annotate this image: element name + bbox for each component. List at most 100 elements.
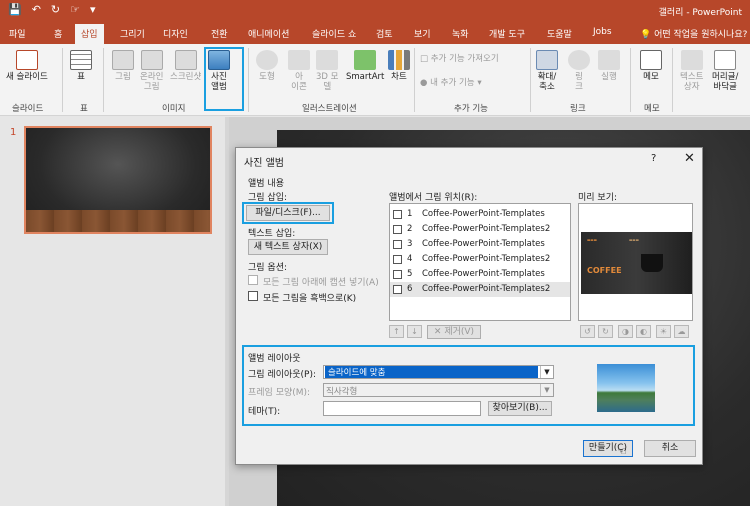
frame-shape-label: 프레임 모양(M): [248,388,311,398]
shapes-button[interactable]: 도형 [256,50,278,82]
item-checkbox[interactable] [393,225,402,234]
coffee-cup [641,254,663,272]
preview-deco-text: ▬▬▬ [629,238,639,242]
group-label-links: 링크 [570,104,586,114]
tab-slide-show[interactable]: 슬라이드 쇼 [312,27,356,40]
file-disk-button[interactable]: 파일/디스크(F)... [246,205,330,221]
tab-review[interactable]: 검토 [376,27,393,40]
tab-developer[interactable]: 개발 도구 [489,27,525,40]
tab-help[interactable]: 도움말 [547,27,572,40]
separator [248,48,249,112]
frame-shape-select[interactable]: 직사각형 ▼ [323,383,554,397]
list-item[interactable]: 5 Coffee-PowerPoint-Templates [390,267,570,282]
frame-shape-value: 직사각형 [326,387,358,397]
tab-transitions[interactable]: 전환 [211,27,228,40]
separator [414,48,415,112]
remove-button[interactable]: ✕ 제거(V) [427,325,481,339]
pictures-list[interactable]: 1 Coffee-PowerPoint-Templates 2 Coffee-Pow… [389,203,571,321]
item-number: 5 [407,269,413,279]
tab-view[interactable]: 보기 [414,27,431,40]
slide-thumbnail[interactable] [24,126,212,234]
separator [630,48,631,112]
tab-record[interactable]: 녹화 [452,27,469,40]
chevron-down-icon[interactable]: ▼ [540,366,553,378]
group-label-comments: 메모 [644,104,660,114]
new-text-box-button[interactable]: 새 텍스트 상자(X) [248,239,328,255]
item-name: Coffee-PowerPoint-Templates2 [422,254,551,264]
undo-icon[interactable]: ↶ [32,3,41,16]
link-icon [568,50,590,70]
header-footer-button[interactable]: 머리글/바닥글 [712,50,738,92]
picture-options-label: 그림 옵션: [248,263,288,273]
3d-models-button[interactable]: 3D 모델 [316,50,338,92]
brightness-down-button[interactable]: ☁ [674,325,689,338]
item-checkbox[interactable] [393,270,402,279]
picture-layout-select[interactable]: 슬라이드에 맞춤 ▼ [323,365,554,379]
tab-file[interactable]: 파일 [9,27,26,40]
contrast-down-button[interactable]: ◐ [636,325,651,338]
album-layout-heading: 앨범 레이아웃 [248,354,301,364]
screenshot-button[interactable]: 스크린샷 [170,50,201,82]
chart-button[interactable]: 차트 [388,50,410,82]
item-name: Coffee-PowerPoint-Templates [422,269,545,279]
album-content-heading: 앨범 내용 [248,179,284,189]
black-white-checkbox[interactable] [248,291,258,301]
smartart-button[interactable]: SmartArt [346,50,384,82]
rotate-right-button[interactable]: ↻ [598,325,613,338]
contrast-up-button[interactable]: ◑ [618,325,633,338]
list-item[interactable]: 1 Coffee-PowerPoint-Templates [390,207,570,222]
separator [62,48,63,112]
close-icon[interactable]: ✕ [684,151,695,166]
dialog-title: 사진 앨범 [244,158,284,169]
move-down-button[interactable]: ↓ [407,325,422,338]
brightness-up-button[interactable]: ☀ [656,325,671,338]
tell-me-search[interactable]: 💡 어떤 작업을 원하시나요? [640,27,747,40]
photo-album-dialog: 사진 앨범 ? ✕ 앨범 내용 그림 삽입: 파일/디스크(F)... 텍스트 … [235,147,703,465]
save-icon[interactable]: 💾 [8,3,22,16]
textbox-icon [680,50,703,70]
move-up-button[interactable]: ↑ [389,325,404,338]
textbox-button[interactable]: 텍스트 상자 [680,50,703,92]
theme-label: 테마(T): [248,407,281,417]
cancel-button[interactable]: 취소 [644,440,696,457]
customize-icon[interactable]: ▾ [90,3,96,16]
action-button[interactable]: 실행 [598,50,620,82]
separator [103,48,104,112]
icons-button[interactable]: 아 이콘 [288,50,310,92]
list-item[interactable]: 3 Coffee-PowerPoint-Templates [390,237,570,252]
rotate-left-button[interactable]: ↺ [580,325,595,338]
item-name: Coffee-PowerPoint-Templates2 [422,284,551,294]
chevron-down-icon[interactable]: ▼ [540,384,553,396]
redo-icon[interactable]: ↻ [51,3,60,16]
zoom-button[interactable]: 확대/축소 [536,50,558,92]
list-item[interactable]: 2 Coffee-PowerPoint-Templates2 [390,222,570,237]
tab-home[interactable]: 홈 [54,27,62,40]
tab-draw[interactable]: 그리기 [120,27,145,40]
my-addins-button[interactable]: ● 내 추가 기능 ▾ [420,78,482,88]
new-slide-button[interactable]: 새 슬라이드 [6,50,48,82]
captions-checkbox[interactable] [248,275,258,285]
star-icon [598,50,620,70]
online-picture-button[interactable]: 온라인 그림 [140,50,163,92]
get-addins-button[interactable]: □ 추가 기능 가져오기 [420,54,499,64]
link-button[interactable]: 링크 [568,50,590,92]
touch-mode-icon[interactable]: ☞ [70,3,80,16]
item-checkbox[interactable] [393,240,402,249]
theme-input[interactable] [323,401,481,416]
tab-insert[interactable]: 삽입 [75,24,104,44]
list-item-selected[interactable]: 6 Coffee-PowerPoint-Templates2 [390,282,570,297]
item-number: 4 [407,254,413,264]
picture-button[interactable]: 그림 [112,50,134,82]
comment-button[interactable]: 메모 [640,50,662,82]
item-checkbox[interactable] [393,285,402,294]
tab-design[interactable]: 디자인 [163,27,188,40]
smartart-icon [354,50,377,70]
tab-jobs[interactable]: Jobs [593,27,612,37]
table-button[interactable]: 표 [70,50,92,82]
item-checkbox[interactable] [393,210,402,219]
item-checkbox[interactable] [393,255,402,264]
tab-animations[interactable]: 애니메이션 [248,27,289,40]
browse-button[interactable]: 찾아보기(B)... [488,401,552,416]
help-button[interactable]: ? [651,153,656,164]
list-item[interactable]: 4 Coffee-PowerPoint-Templates2 [390,252,570,267]
